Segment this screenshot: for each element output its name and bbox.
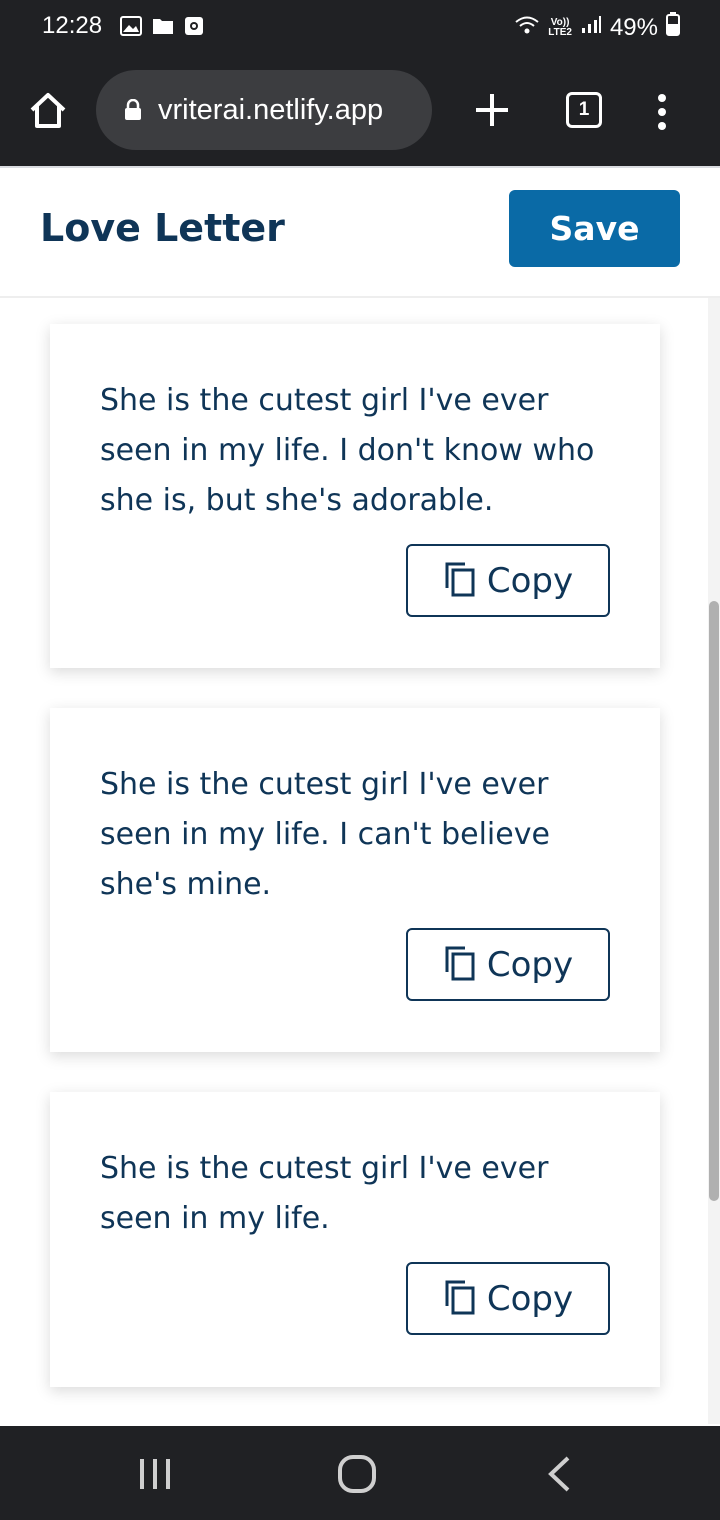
page-title: Love Letter <box>40 206 285 250</box>
plus-icon[interactable] <box>472 90 512 130</box>
status-bar: 12:28 Vo)) LTE2 49% <box>0 0 720 56</box>
result-card: She is the cutest girl I've ever seen in… <box>50 708 660 1052</box>
card-text: She is the cutest girl I've ever seen in… <box>100 1151 549 1236</box>
content-area[interactable]: She is the cutest girl I've ever seen in… <box>0 298 720 1424</box>
notification-icon <box>184 16 204 40</box>
wifi-icon <box>514 14 540 42</box>
copy-button[interactable]: Copy <box>406 544 610 617</box>
status-time: 12:28 <box>42 12 103 39</box>
home-circle-icon[interactable] <box>338 1455 376 1497</box>
copy-icon <box>443 1278 477 1320</box>
copy-button[interactable]: Copy <box>406 1262 610 1335</box>
address-bar[interactable]: vriterai.netlify.app <box>96 70 432 150</box>
url-text: vriterai.netlify.app <box>158 93 384 126</box>
page-header: Love Letter Save <box>0 168 720 298</box>
copy-button[interactable]: Copy <box>406 928 610 1001</box>
scrollbar-thumb[interactable] <box>709 601 719 1201</box>
result-card: She is the cutest girl I've ever seen in… <box>50 1092 660 1387</box>
tabs-icon[interactable]: 1 <box>566 92 602 128</box>
copy-icon <box>443 944 477 986</box>
home-icon[interactable] <box>28 90 68 130</box>
tab-count: 1 <box>578 99 590 120</box>
battery-percent: 49% <box>609 13 658 41</box>
image-icon <box>120 16 142 40</box>
folder-icon <box>152 16 174 40</box>
card-text: She is the cutest girl I've ever seen in… <box>100 767 550 902</box>
save-button[interactable]: Save <box>509 190 680 267</box>
copy-icon <box>443 560 477 602</box>
back-icon[interactable] <box>546 1456 572 1496</box>
battery-icon <box>666 12 680 43</box>
system-nav-bar <box>0 1426 720 1520</box>
card-text: She is the cutest girl I've ever seen in… <box>100 383 595 518</box>
lte-indicator: Vo)) LTE2 <box>548 16 572 38</box>
result-card: She is the cutest girl I've ever seen in… <box>50 324 660 668</box>
signal-icon <box>580 14 602 42</box>
copy-label: Copy <box>486 1278 574 1319</box>
lock-icon <box>124 98 142 121</box>
copy-label: Copy <box>486 944 574 985</box>
copy-label: Copy <box>486 560 574 601</box>
more-vert-icon[interactable] <box>652 92 672 132</box>
browser-toolbar: vriterai.netlify.app 1 <box>0 56 720 166</box>
recent-apps-icon[interactable] <box>138 1458 172 1494</box>
